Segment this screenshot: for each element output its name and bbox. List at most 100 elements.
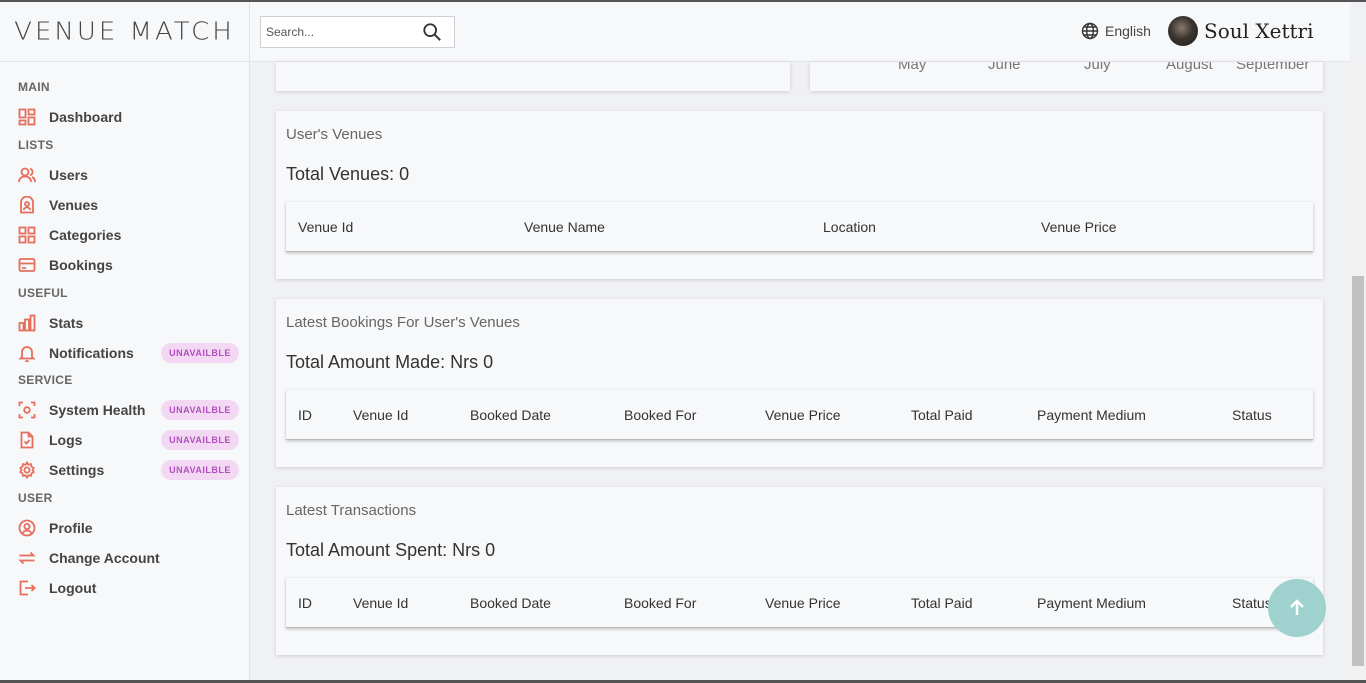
- stats-icon: [18, 314, 36, 332]
- chart-card-right: May June July August September: [810, 62, 1323, 91]
- top-bar: English Soul Xettri: [250, 2, 1350, 62]
- column-header[interactable]: Venue Price: [765, 407, 841, 423]
- unavailable-badge: UNAVAILBLE: [161, 430, 239, 450]
- section-title-lists: LISTS: [18, 138, 54, 152]
- sidebar-item-label: Settings: [49, 462, 105, 478]
- total-venues: Total Venues: 0: [286, 164, 410, 184]
- bell-icon: [18, 344, 36, 362]
- health-icon: [18, 401, 36, 419]
- sidebar-item-label: Users: [49, 167, 88, 183]
- sidebar-item-users[interactable]: Users: [18, 160, 249, 190]
- unavailable-badge: UNAVAILBLE: [161, 343, 239, 363]
- search-box: [260, 16, 455, 48]
- logo[interactable]: VENUE MATCH: [0, 2, 249, 62]
- column-header[interactable]: Status: [1232, 407, 1272, 423]
- sidebar-item-label: Dashboard: [49, 109, 123, 125]
- sidebar-item-categories[interactable]: Categories: [18, 220, 249, 250]
- scrollbar[interactable]: [1350, 62, 1366, 680]
- sidebar-item-logs[interactable]: Logs UNAVAILBLE: [18, 425, 249, 455]
- column-header[interactable]: Venue Price: [765, 595, 841, 611]
- logout-icon: [18, 579, 36, 597]
- card-title: User's Venues: [286, 126, 383, 143]
- sidebar-item-label: System Health: [49, 402, 146, 418]
- card-title: Latest Bookings For User's Venues: [286, 314, 520, 331]
- language-label: English: [1105, 23, 1151, 39]
- unavailable-badge: UNAVAILBLE: [161, 400, 239, 420]
- column-header[interactable]: Booked Date: [470, 407, 551, 423]
- sidebar-item-system-health[interactable]: System Health UNAVAILBLE: [18, 395, 249, 425]
- sidebar-item-settings[interactable]: Settings UNAVAILBLE: [18, 455, 249, 485]
- swap-icon: [18, 549, 36, 567]
- sidebar-item-venues[interactable]: Venues: [18, 190, 249, 220]
- sidebar-item-label: Categories: [49, 227, 122, 243]
- column-header[interactable]: Booked For: [624, 595, 696, 611]
- column-header[interactable]: Venue Id: [353, 595, 408, 611]
- user-menu[interactable]: Soul Xettri: [1168, 16, 1313, 46]
- sidebar-nav: MAIN Dashboard LISTS Users Venues Catego…: [0, 62, 249, 603]
- unavailable-badge: UNAVAILBLE: [161, 460, 239, 480]
- column-header[interactable]: Payment Medium: [1037, 595, 1146, 611]
- venue-icon: [18, 196, 36, 214]
- section-title-service: SERVICE: [18, 373, 73, 387]
- chart-tick-label: June: [988, 62, 1021, 73]
- section-title-useful: USEFUL: [18, 286, 68, 300]
- total-amount-made: Total Amount Made: Nrs 0: [286, 352, 494, 372]
- card-title: Latest Transactions: [286, 502, 417, 519]
- logo-text: VENUE MATCH: [14, 17, 235, 46]
- settings-icon: [18, 461, 36, 479]
- chart-tick-label: May: [898, 62, 927, 73]
- sidebar: VENUE MATCH MAIN Dashboard LISTS Users V…: [0, 2, 250, 680]
- column-header[interactable]: Venue Price: [1041, 219, 1117, 235]
- column-header[interactable]: Venue Id: [353, 407, 408, 423]
- chart-tick-label: August: [1166, 62, 1213, 73]
- column-header[interactable]: Booked For: [624, 407, 696, 423]
- categories-icon: [18, 226, 36, 244]
- bookings-card: Latest Bookings For User's Venues Total …: [276, 299, 1323, 467]
- section-title-user: USER: [18, 491, 53, 505]
- bookings-icon: [18, 256, 36, 274]
- column-header[interactable]: Total Paid: [911, 407, 972, 423]
- sidebar-item-label: Logs: [49, 432, 83, 448]
- language-selector[interactable]: English: [1081, 22, 1151, 40]
- sidebar-item-dashboard[interactable]: Dashboard: [18, 102, 249, 132]
- column-header[interactable]: ID: [298, 595, 312, 611]
- column-header[interactable]: Payment Medium: [1037, 407, 1146, 423]
- sidebar-item-profile[interactable]: Profile: [18, 513, 249, 543]
- logs-icon: [18, 431, 36, 449]
- venues-table-header: Venue Id Venue Name Location Venue Price: [286, 202, 1313, 252]
- sidebar-item-label: Bookings: [49, 257, 113, 273]
- sidebar-item-label: Change Account: [49, 550, 160, 566]
- column-header[interactable]: Booked Date: [470, 595, 551, 611]
- chart-tick-label: July: [1084, 62, 1111, 73]
- search-input[interactable]: [261, 18, 421, 46]
- column-header[interactable]: Venue Name: [524, 219, 605, 235]
- column-header[interactable]: Location: [823, 219, 876, 235]
- column-header[interactable]: Total Paid: [911, 595, 972, 611]
- total-amount-spent: Total Amount Spent: Nrs 0: [286, 540, 496, 560]
- arrow-up-icon: [1290, 599, 1304, 615]
- sidebar-item-change-account[interactable]: Change Account: [18, 543, 249, 573]
- chart-card-left: [276, 62, 790, 91]
- profile-icon: [18, 519, 36, 537]
- scrollbar-thumb[interactable]: [1352, 276, 1364, 666]
- scroll-to-top-button[interactable]: [1268, 579, 1326, 637]
- globe-icon: [1081, 22, 1099, 40]
- sidebar-item-label: Venues: [49, 197, 99, 213]
- sidebar-item-bookings[interactable]: Bookings: [18, 250, 249, 280]
- sidebar-item-notifications[interactable]: Notifications UNAVAILBLE: [18, 338, 249, 368]
- transactions-table-header: ID Venue Id Booked Date Booked For Venue…: [286, 578, 1313, 628]
- dashboard-icon: [18, 108, 36, 126]
- sidebar-item-label: Notifications: [49, 345, 134, 361]
- user-name: Soul Xettri: [1204, 19, 1314, 43]
- sidebar-item-label: Logout: [49, 580, 97, 596]
- column-header[interactable]: ID: [298, 407, 312, 423]
- bookings-table-header: ID Venue Id Booked Date Booked For Venue…: [286, 390, 1313, 440]
- section-title-main: MAIN: [18, 80, 50, 94]
- sidebar-item-label: Profile: [49, 520, 93, 536]
- search-icon[interactable]: [421, 21, 443, 43]
- venues-card: User's Venues Total Venues: 0 Venue Id V…: [276, 111, 1323, 279]
- sidebar-item-logout[interactable]: Logout: [18, 573, 249, 603]
- column-header[interactable]: Venue Id: [298, 219, 353, 235]
- column-header[interactable]: Status: [1232, 595, 1272, 611]
- sidebar-item-stats[interactable]: Stats: [18, 308, 249, 338]
